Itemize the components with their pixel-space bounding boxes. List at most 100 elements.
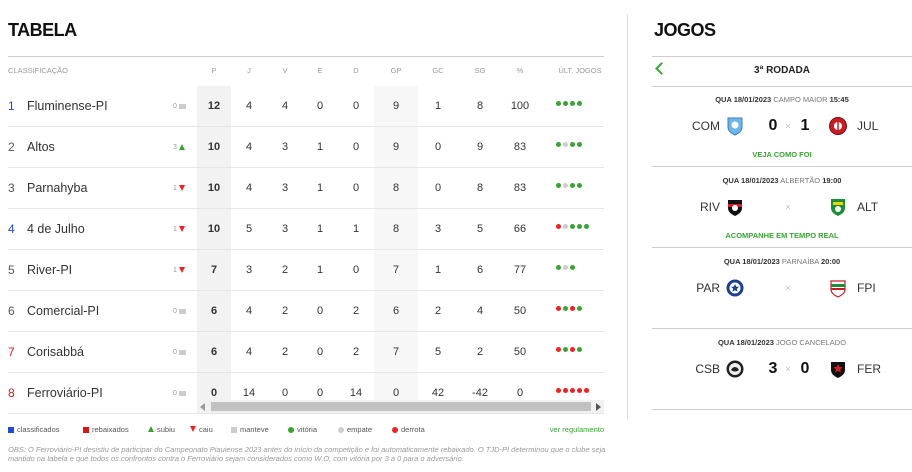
cell-goal-diff: 2 <box>476 346 484 358</box>
cell-goal-diff: 6 <box>476 264 484 276</box>
last-games <box>556 142 604 147</box>
scroll-left-icon[interactable] <box>200 403 205 411</box>
team-name[interactable]: River-PI <box>27 263 72 277</box>
cell-goals-for: 8 <box>392 182 400 194</box>
win-dot-icon <box>563 347 568 352</box>
cell-goals-against: 1 <box>434 264 442 276</box>
match-info: QUA 18/01/2023 ALBERTÃO 19:00 <box>652 176 912 185</box>
win-dot-icon <box>577 183 582 188</box>
match-card[interactable]: QUA 18/01/2023 ALBERTÃO 19:00 RIV × ALT ACOM… <box>652 168 912 248</box>
position-change: 1 <box>173 267 185 274</box>
cell-goals-for: 7 <box>392 346 400 358</box>
scroll-right-icon[interactable] <box>596 403 601 411</box>
classified-square-icon <box>8 427 14 433</box>
team-name[interactable]: Comercial-PI <box>27 304 99 318</box>
regulation-link[interactable]: ver regulamento <box>550 425 604 434</box>
cell-goals-for: 0 <box>392 387 400 399</box>
matches-title: JOGOS <box>654 20 716 40</box>
win-dot-icon <box>577 306 582 311</box>
team-name[interactable]: Corisabbá <box>27 345 84 359</box>
arrow-down-icon <box>178 185 185 192</box>
draw-dot-icon <box>563 265 568 270</box>
table-row[interactable]: 1 Fluminense-PI 0 12 4 4 0 0 9 1 8 100 <box>0 86 612 127</box>
loss-dot-icon <box>563 388 568 393</box>
chevron-left-icon[interactable] <box>654 61 668 77</box>
table-row[interactable]: 5 River-PI 1 7 3 2 1 0 7 1 6 77 <box>0 250 612 291</box>
last-games <box>556 101 604 106</box>
position-change-value: 0 <box>173 349 177 356</box>
table-row[interactable]: 6 Comercial-PI 0 6 4 2 0 2 6 2 4 50 <box>0 291 612 332</box>
match-card[interactable]: QUA 18/01/2023 JOGO CANCELADO CSB 3 × 0 FER <box>652 330 912 410</box>
row-divider <box>8 413 604 414</box>
win-dot-icon <box>563 101 568 106</box>
arrow-down-icon <box>190 426 196 432</box>
table-row[interactable]: 3 Parnahyba 1 10 4 3 1 0 8 0 8 83 <box>0 168 612 209</box>
loss-dot-icon <box>570 388 575 393</box>
team-name[interactable]: Ferroviário-PI <box>27 386 103 400</box>
away-crest-icon <box>828 116 848 136</box>
cell-percentage: 83 <box>513 141 527 153</box>
legend-label: classificados <box>17 425 60 434</box>
team-name[interactable]: Fluminense-PI <box>27 99 108 113</box>
away-team-abbr: ALT <box>857 200 879 214</box>
legend-label: empate <box>347 425 373 434</box>
scrollbar-thumb[interactable] <box>211 402 591 411</box>
cell-wins: 3 <box>281 141 289 153</box>
match-time: 19:00 <box>822 176 842 185</box>
table-row[interactable]: 2 Altos 3 10 4 3 1 0 9 0 9 83 <box>0 127 612 168</box>
match-info: QUA 18/01/2023 CAMPO MAIOR 15:45 <box>652 95 912 104</box>
away-team-abbr: FPI <box>857 281 876 295</box>
match-card[interactable]: QUA 18/01/2023 PARNAÍBA 20:00 PAR × FPI <box>652 249 912 329</box>
legend-label: rebaixados <box>92 425 129 434</box>
team-name[interactable]: 4 de Julho <box>27 222 85 236</box>
home-team-abbr: RIV <box>699 200 720 214</box>
cell-losses: 2 <box>352 346 360 358</box>
team-name[interactable]: Altos <box>27 140 55 154</box>
legend-caiu: caiu <box>190 425 213 434</box>
position-change: 0 <box>173 103 186 110</box>
team-name[interactable]: Parnahyba <box>27 181 87 195</box>
cell-goal-diff: 5 <box>476 223 484 235</box>
horizontal-scrollbar[interactable] <box>197 400 604 413</box>
cell-wins: 2 <box>281 346 289 358</box>
cell-goals-against: 3 <box>434 223 442 235</box>
position-change-value: 1 <box>173 267 177 274</box>
position-number: 7 <box>8 345 15 359</box>
panel-divider <box>627 14 628 419</box>
match-link[interactable]: ACOMPANHE EM TEMPO REAL <box>652 231 912 240</box>
legend-vitoria: vitória <box>288 425 317 434</box>
cell-points: 6 <box>210 305 218 317</box>
cell-draws: 1 <box>316 141 324 153</box>
divider <box>652 247 912 248</box>
loss-dot-icon <box>392 427 398 433</box>
header-wins: V <box>282 66 288 75</box>
header-percentage: % <box>516 66 524 75</box>
cell-draws: 1 <box>316 182 324 194</box>
loss-dot-icon <box>570 306 575 311</box>
cell-goals-against: 42 <box>431 387 445 399</box>
cell-games: 4 <box>245 346 253 358</box>
header-goal-diff: SG <box>474 66 486 75</box>
match-card[interactable]: QUA 18/01/2023 CAMPO MAIOR 15:45 COM 0 × 1 JU… <box>652 87 912 167</box>
home-score: 0 <box>768 117 778 134</box>
last-games <box>556 388 604 393</box>
position-number: 6 <box>8 304 15 318</box>
match-link[interactable]: VEJA COMO FOI <box>652 150 912 159</box>
legend-label: vitória <box>297 425 318 434</box>
header-classificacao: CLASSIFICAÇÃO <box>8 66 69 75</box>
cell-goal-diff: -42 <box>472 387 488 399</box>
away-score: 0 <box>800 360 810 377</box>
cell-goal-diff: 9 <box>476 141 484 153</box>
position-number: 4 <box>8 222 15 236</box>
header-points: P <box>211 66 217 75</box>
loss-dot-icon <box>556 347 561 352</box>
cell-games: 4 <box>245 305 253 317</box>
match-date: QUA 18/01/2023 <box>717 338 774 347</box>
cell-goals-against: 1 <box>434 100 442 112</box>
cell-wins: 4 <box>281 100 289 112</box>
cell-wins: 2 <box>281 305 289 317</box>
legend-label: derrota <box>401 425 425 434</box>
table-row[interactable]: 4 4 de Julho 1 10 5 3 1 1 8 3 5 66 <box>0 209 612 250</box>
table-row[interactable]: 7 Corisabbá 0 6 4 2 0 2 7 5 2 50 <box>0 332 612 373</box>
cell-percentage: 50 <box>513 346 527 358</box>
